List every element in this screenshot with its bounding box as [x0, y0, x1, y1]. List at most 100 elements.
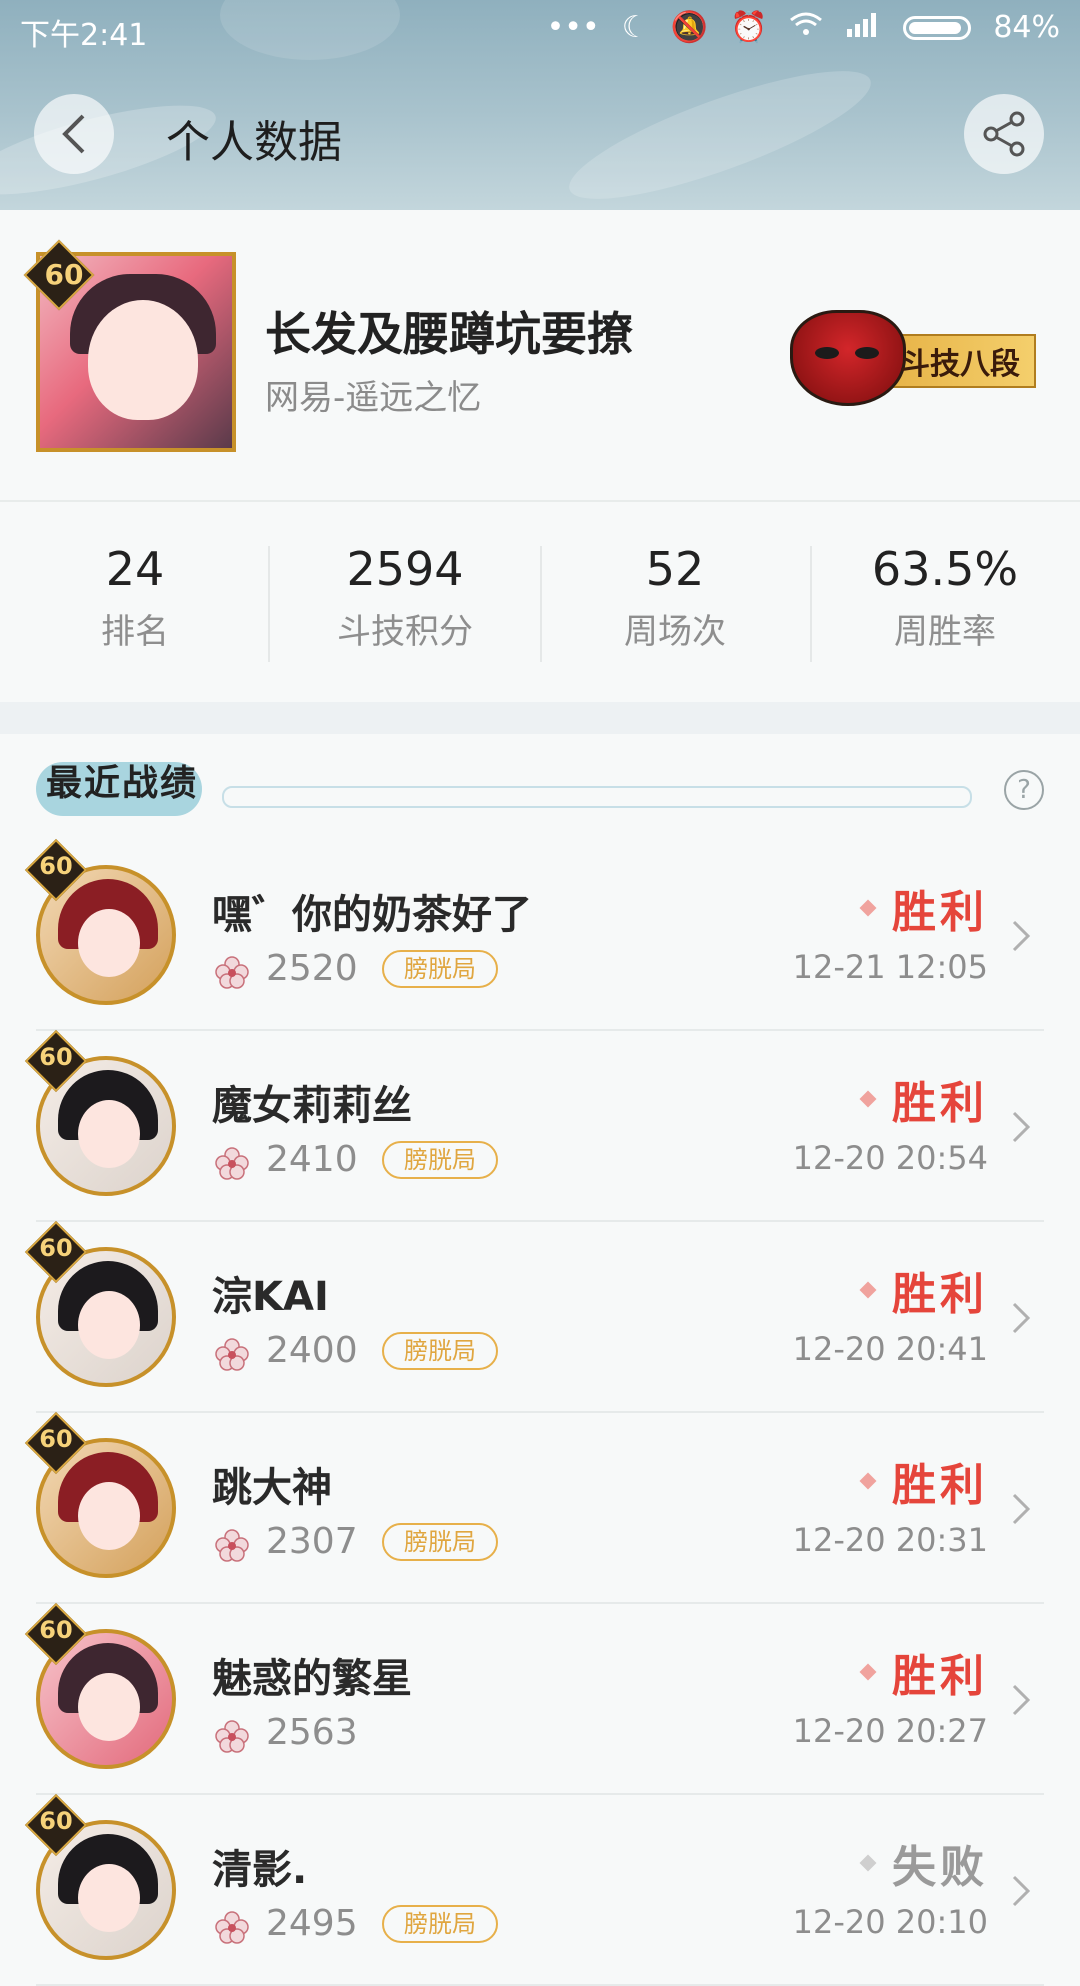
match-row[interactable]: 60 魔女莉莉丝 2410 膀胱局 胜利 12-20 20:54: [24, 1029, 1044, 1222]
match-tag: 膀胱局: [382, 1905, 498, 1943]
match-row[interactable]: 60 淙KAI 2400 膀胱局 胜利 12-20 20:41: [24, 1220, 1044, 1413]
profile-name: 长发及腰蹲坑要撩: [265, 307, 633, 361]
flower-icon: [215, 1911, 249, 1944]
match-row[interactable]: 60 清影. 2495 膀胱局 失败 12-20 20:10: [24, 1793, 1044, 1986]
match-result: 失败: [892, 1842, 988, 1893]
match-time: 12-20 20:54: [792, 1139, 988, 1177]
result-dot: [859, 1663, 877, 1681]
stat-winrate: 63.5% 周胜率: [810, 542, 1080, 653]
flower-icon: [215, 956, 249, 989]
match-time: 12-21 12:05: [792, 948, 988, 986]
battery-icon: [903, 15, 972, 40]
status-time: 下午2:41: [20, 18, 148, 53]
match-row[interactable]: 60 跳大神 2307 膀胱局 胜利 12-20 20:31: [24, 1411, 1044, 1604]
opponent-score: 2307: [266, 1521, 358, 1562]
opponent-name: 魔女莉莉丝: [212, 1083, 412, 1129]
opponent-name: 魅惑的繁星: [212, 1656, 412, 1702]
match-time: 12-20 20:27: [792, 1712, 988, 1750]
opponent-name: 淙KAI: [212, 1274, 329, 1320]
stat-label: 排名: [101, 612, 169, 652]
chevron-right-icon: [1012, 1111, 1031, 1143]
profile-card: 60 长发及腰蹲坑要撩 网易-遥远之忆 斗技八段: [0, 210, 1080, 502]
back-button[interactable]: [34, 94, 114, 174]
stat-score: 2594 斗技积分: [270, 542, 540, 653]
opponent-score: 2520: [266, 948, 358, 989]
match-result: 胜利: [892, 1651, 988, 1702]
result-dot: [859, 1854, 877, 1872]
moon-icon: ☾: [621, 10, 649, 45]
stat-label: 斗技积分: [337, 612, 473, 652]
status-bar: 下午2:41 ••• ☾ 🔕 ⏰ 84%: [0, 0, 1080, 60]
opponent-name: 嘿゛你的奶茶好了: [212, 892, 532, 938]
opponent-level: 60: [39, 1807, 73, 1835]
rank-text: 斗技八段: [900, 347, 1020, 382]
mute-icon: 🔕: [670, 10, 708, 45]
stat-label: 周场次: [624, 612, 726, 652]
stat-value: 2594: [346, 542, 464, 596]
match-time: 12-20 20:31: [792, 1521, 988, 1559]
match-tag: 膀胱局: [382, 950, 498, 988]
match-tag: 膀胱局: [382, 1523, 498, 1561]
opponent-level: 60: [39, 1616, 73, 1644]
match-row[interactable]: 60 魅惑的繁星 2563 胜利 12-20 20:27: [24, 1602, 1044, 1795]
opponent-name: 跳大神: [212, 1465, 332, 1511]
opponent-level: 60: [39, 1425, 73, 1453]
match-result: 胜利: [892, 1269, 988, 1320]
back-icon: [62, 114, 85, 154]
section-divider: [0, 702, 1080, 734]
result-dot: [859, 1472, 877, 1490]
header: 下午2:41 ••• ☾ 🔕 ⏰ 84% 个人数据: [0, 0, 1080, 210]
match-tag: 膀胱局: [382, 1141, 498, 1179]
opponent-level: 60: [39, 1043, 73, 1071]
battery-percent: 84%: [993, 10, 1060, 45]
opponent-score: 2410: [266, 1139, 358, 1180]
match-time: 12-20 20:41: [792, 1330, 988, 1368]
match-result: 胜利: [892, 1460, 988, 1511]
match-time: 12-20 20:10: [792, 1903, 988, 1941]
opponent-level: 60: [39, 1234, 73, 1262]
rank-badge: 斗技八段: [790, 310, 1040, 406]
stat-label: 周胜率: [894, 612, 996, 652]
section-line: [222, 786, 972, 808]
help-icon[interactable]: ?: [1004, 770, 1044, 810]
share-icon: [983, 111, 1025, 157]
match-result: 胜利: [892, 887, 988, 938]
match-result: 胜利: [892, 1078, 988, 1129]
rank-mask-icon: [790, 310, 906, 406]
opponent-score: 2400: [266, 1330, 358, 1371]
match-tag: 膀胱局: [382, 1332, 498, 1370]
chevron-right-icon: [1012, 920, 1031, 952]
profile-server: 网易-遥远之忆: [265, 378, 482, 418]
share-button[interactable]: [964, 94, 1044, 174]
opponent-name: 清影.: [212, 1847, 308, 1893]
profile-level: 60: [44, 258, 84, 291]
flower-icon: [215, 1529, 249, 1562]
opponent-score: 2495: [266, 1903, 358, 1944]
opponent-level: 60: [39, 852, 73, 880]
match-row[interactable]: 60 嘿゛你的奶茶好了 2520 膀胱局 胜利 12-21 12:05: [24, 838, 1044, 1031]
result-dot: [859, 1090, 877, 1108]
more-icon: •••: [546, 10, 600, 45]
flower-icon: [215, 1147, 249, 1180]
match-list: 60 嘿゛你的奶茶好了 2520 膀胱局 胜利 12-21 12:05 60 魔…: [0, 838, 1080, 1986]
page-title: 个人数据: [166, 117, 342, 168]
stat-matches: 52 周场次: [540, 542, 810, 653]
chevron-right-icon: [1012, 1875, 1031, 1907]
chevron-right-icon: [1012, 1302, 1031, 1334]
opponent-score: 2563: [266, 1712, 358, 1753]
recent-header: 最近战绩 ?: [0, 734, 1080, 844]
chevron-right-icon: [1012, 1684, 1031, 1716]
stat-rank: 24 排名: [0, 542, 270, 653]
recent-title: 最近战绩: [46, 763, 199, 804]
stat-value: 24: [105, 542, 165, 596]
flower-icon: [215, 1720, 249, 1753]
profile-avatar[interactable]: 60: [23, 239, 236, 452]
flower-icon: [215, 1338, 249, 1371]
stat-value: 52: [645, 542, 705, 596]
result-dot: [859, 899, 877, 917]
result-dot: [859, 1281, 877, 1299]
alarm-icon: ⏰: [729, 10, 768, 45]
stats-bar: 24 排名 2594 斗技积分 52 周场次 63.5% 周胜率: [0, 502, 1080, 702]
stat-value: 63.5%: [871, 542, 1019, 596]
wifi-icon: [789, 10, 823, 45]
